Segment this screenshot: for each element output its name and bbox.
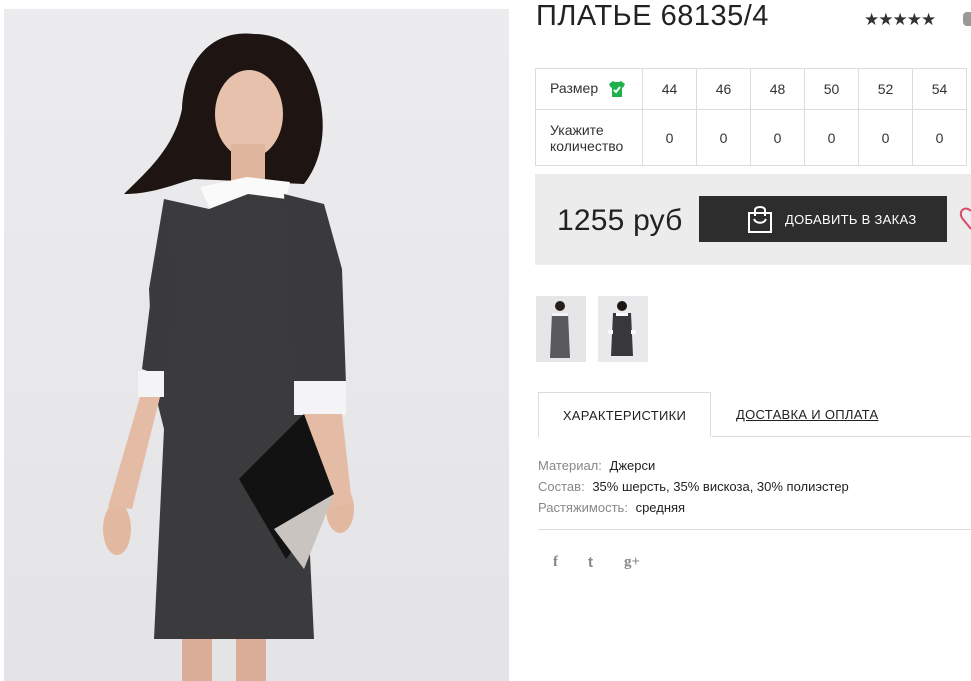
facebook-icon[interactable]: f <box>553 554 558 571</box>
add-to-order-label: ДОБАВИТЬ В ЗАКАЗ <box>785 211 917 227</box>
quantity-input-44[interactable]: 0 <box>642 109 697 166</box>
heart-icon[interactable] <box>958 207 971 231</box>
spec-row: Состав: 35% шерсть, 35% вискоза, 30% пол… <box>538 476 849 497</box>
size-44[interactable]: 44 <box>642 68 697 110</box>
model-illustration <box>103 33 354 681</box>
quantity-input-50[interactable]: 0 <box>804 109 859 166</box>
price: 1255 руб <box>557 204 683 237</box>
quantity-input-54[interactable]: 0 <box>912 109 967 166</box>
tab-characteristics[interactable]: ХАРАКТЕРИСТИКИ <box>538 392 711 437</box>
size-50[interactable]: 50 <box>804 68 859 110</box>
quantity-label: Укажите количество <box>535 109 643 166</box>
spec-row: Растяжимость: средняя <box>538 497 849 518</box>
size-52[interactable]: 52 <box>858 68 913 110</box>
quantity-row: Укажите количество 0 0 0 0 0 0 <box>535 109 967 166</box>
spec-key: Растяжимость: <box>538 500 628 515</box>
spec-key: Состав: <box>538 479 585 494</box>
size-label: Размер <box>550 79 599 96</box>
tab-delivery[interactable]: ДОСТАВКА И ОПЛАТА <box>736 407 878 422</box>
spec-key: Материал: <box>538 458 602 473</box>
thumbnail-image <box>536 296 586 362</box>
shirt-check-icon[interactable] <box>608 80 626 98</box>
shopping-bag-icon <box>748 206 772 233</box>
thumbnail-1[interactable] <box>536 296 586 362</box>
twitter-icon[interactable]: t <box>588 554 593 571</box>
spec-row: Материал: Джерси <box>538 455 849 476</box>
tabs-divider <box>712 436 971 437</box>
size-46[interactable]: 46 <box>696 68 751 110</box>
price-bar: 1255 руб ДОБАВИТЬ В ЗАКАЗ <box>535 174 971 265</box>
product-title: ПЛАТЬЕ 68135/4 <box>536 0 769 32</box>
size-row: Размер 44 46 48 50 52 54 <box>535 68 967 110</box>
quantity-input-52[interactable]: 0 <box>858 109 913 166</box>
add-to-order-button[interactable]: ДОБАВИТЬ В ЗАКАЗ <box>699 196 947 242</box>
size-label-cell: Размер <box>535 68 643 110</box>
spec-value: 35% шерсть, 35% вискоза, 30% полиэстер <box>592 479 849 494</box>
specs-list: Материал: Джерси Состав: 35% шерсть, 35%… <box>538 455 849 518</box>
product-main-photo[interactable] <box>4 9 509 681</box>
reviews-bubble-icon[interactable] <box>963 12 971 26</box>
thumbnail-2[interactable] <box>598 296 648 362</box>
quantity-input-46[interactable]: 0 <box>696 109 751 166</box>
product-tabs: ХАРАКТЕРИСТИКИ ДОСТАВКА И ОПЛАТА <box>538 392 971 437</box>
rating-stars[interactable]: ★★★★★ <box>864 10 936 30</box>
google-plus-icon[interactable]: g+ <box>624 554 640 571</box>
spec-value: средняя <box>635 500 686 515</box>
size-54[interactable]: 54 <box>912 68 967 110</box>
size-table: Размер 44 46 48 50 52 54 Укажите количес… <box>535 68 967 166</box>
quantity-input-48[interactable]: 0 <box>750 109 805 166</box>
thumbnail-image <box>598 296 648 362</box>
divider <box>538 529 971 530</box>
spec-value: Джерси <box>609 458 656 473</box>
size-48[interactable]: 48 <box>750 68 805 110</box>
